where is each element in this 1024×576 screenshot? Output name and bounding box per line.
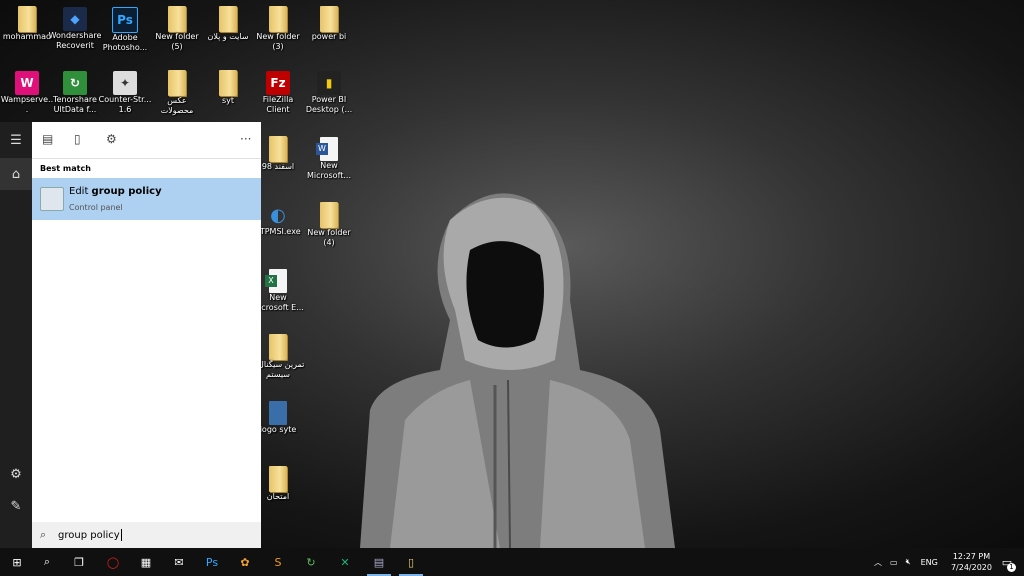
user-folder-icon (18, 6, 36, 32)
desktop-icon-new-microsoft-word[interactable]: W New Microsoft... (302, 134, 356, 181)
desktop-icon-counter-strike[interactable]: ✦ Counter-Str... 1.6 (98, 68, 152, 115)
filezilla-app-icon: Fz (266, 71, 290, 95)
start-windows-icon[interactable]: ⊞ (2, 548, 32, 576)
word-document-icon: W (316, 137, 338, 161)
desktop-icon-new-folder-3[interactable]: New folder (3) (251, 4, 305, 52)
hamburger-menu-icon[interactable]: ☰ (0, 124, 32, 156)
excel-document-icon: X (265, 269, 287, 293)
best-match-heading: Best match (40, 164, 91, 173)
power-bi-app-icon: ▮ (317, 71, 341, 95)
show-hidden-icons-chevron-icon[interactable]: ︿ (874, 557, 882, 568)
desktop-icon-adobe-photoshop[interactable]: Ps Adobe Photosho... (98, 4, 152, 53)
clock[interactable]: 12:27 PM 7/24/2020 (951, 551, 992, 573)
desktop-icon-new-folder-5[interactable]: New folder (5) (150, 4, 204, 52)
desktop-icon-tenorshare-ultdata[interactable]: ↻ Tenorshare UltData f... (48, 68, 102, 115)
notepad-taskbar-icon[interactable]: ▯ (396, 548, 426, 576)
task-view-icon[interactable]: ❐ (64, 548, 94, 576)
language-indicator[interactable]: ENG (921, 558, 938, 567)
settings-filter-icon[interactable]: ⚙ (106, 132, 117, 146)
image-file-icon (269, 401, 287, 425)
photoshop-taskbar-icon[interactable]: Ps (197, 548, 227, 576)
folder-icon (269, 466, 287, 492)
clock-time: 12:27 PM (952, 552, 991, 561)
search-filter-bar: ▤ ▯ ⚙ ··· (32, 122, 261, 159)
search-taskbar-icon[interactable]: ⌕ (32, 548, 62, 576)
hooded-figure-wallpaper (360, 193, 675, 548)
more-options-button[interactable]: ··· (240, 132, 251, 146)
volume-muted-icon[interactable]: 🔇︎ (906, 557, 911, 567)
wampserver-app-icon: W (15, 71, 39, 95)
group-policy-taskbar-icon[interactable]: ▤ (364, 548, 394, 576)
ultdata-app-icon: ↻ (63, 71, 87, 95)
ftp-installer-icon: ◐ (270, 204, 286, 226)
group-policy-editor-icon (40, 187, 64, 211)
notification-count-badge: 1 (1007, 563, 1016, 572)
folder-icon (219, 6, 237, 32)
desktop-icon-product-photos[interactable]: عکس محصولات (150, 68, 204, 116)
desktop-icon-syt[interactable]: syt (201, 68, 255, 106)
result-subtitle: Control panel (69, 203, 123, 212)
search-box[interactable]: ⌕ group policy (32, 522, 261, 548)
search-results-panel: ▤ ▯ ⚙ ··· Best match Edit group policy C… (32, 122, 261, 548)
result-title: Edit group policy (69, 186, 162, 197)
recoverit-app-icon: ◆ (63, 7, 87, 31)
sublime-text-icon[interactable]: S (263, 548, 293, 576)
photos-pinwheel-icon[interactable]: ✿ (230, 548, 260, 576)
desktop-icon-wampserver[interactable]: W Wampserve... (0, 68, 54, 115)
best-match-result-edit-group-policy[interactable]: Edit group policy Control panel (32, 178, 261, 220)
folder-icon (269, 136, 287, 162)
text-caret (120, 529, 122, 541)
apps-filter-icon[interactable]: ▤ (42, 132, 53, 146)
folder-icon (168, 70, 186, 96)
folder-icon (269, 6, 287, 32)
desktop-icon-site-plan[interactable]: سایت و پلان (201, 4, 255, 42)
counter-strike-app-icon: ✦ (113, 71, 137, 95)
folder-icon (320, 202, 338, 228)
desktop-icon-new-folder-4[interactable]: New folder (4) (302, 200, 356, 248)
microsoft-store-icon[interactable]: ▦ (131, 548, 161, 576)
settings-gear-icon[interactable]: ⚙ (0, 458, 32, 490)
folder-icon (320, 6, 338, 32)
system-tray: ︿ ▭ 🔇︎ ENG (874, 548, 938, 576)
folder-icon (219, 70, 237, 96)
home-icon[interactable]: ⌂ (0, 158, 32, 190)
documents-filter-icon[interactable]: ▯ (74, 132, 81, 146)
search-input[interactable]: group policy (58, 529, 122, 541)
start-menu-rail: ☰ ⌂ ⚙ ✎ (0, 122, 32, 548)
folder-icon (168, 6, 186, 32)
clock-date: 7/24/2020 (950, 563, 992, 572)
action-center-notification-icon[interactable]: ▭ 1 (992, 548, 1022, 576)
desktop-icon-filezilla[interactable]: Fz FileZilla Client (251, 68, 305, 115)
folder-icon (269, 334, 287, 360)
ultdata-taskbar-icon[interactable]: ↻ (296, 548, 326, 576)
xbox-icon[interactable]: ✕ (330, 548, 360, 576)
desktop-icon-wondershare-recoverit[interactable]: ◆ Wondershare Recoverit (48, 4, 102, 51)
feedback-icon[interactable]: ✎ (0, 490, 32, 522)
desktop-icon-power-bi-folder[interactable]: power bi (302, 4, 356, 42)
desktop-icon-power-bi-desktop[interactable]: ▮ Power BI Desktop (... (302, 68, 356, 115)
taskbar: ⊞ ⌕ ❐ ◯ ▦ ✉ Ps ✿ S ↻ ✕ ▤ ▯ ︿ ▭ 🔇︎ ENG 12… (0, 548, 1024, 576)
search-icon: ⌕ (40, 528, 47, 541)
battery-icon[interactable]: ▭ (890, 558, 898, 567)
photoshop-app-icon: Ps (112, 7, 138, 33)
desktop-icon-mohammad[interactable]: mohammad (0, 4, 54, 42)
mail-icon[interactable]: ✉ (164, 548, 194, 576)
opera-browser-icon[interactable]: ◯ (98, 548, 128, 576)
